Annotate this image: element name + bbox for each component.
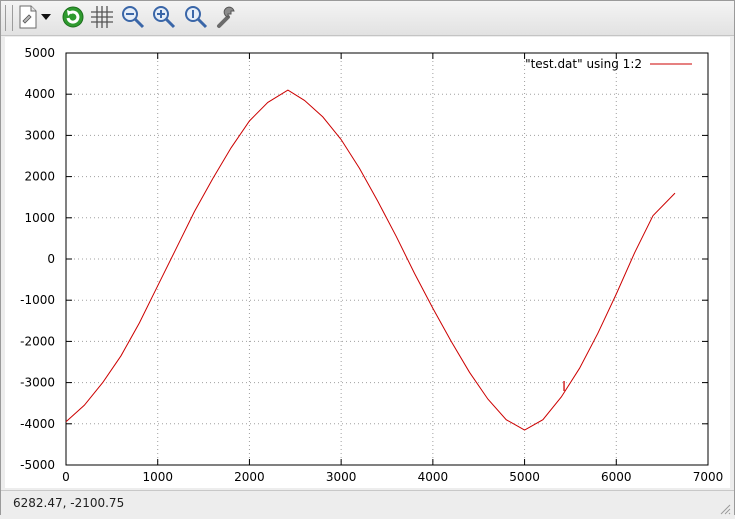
dropdown-arrow-icon: [41, 13, 51, 21]
export-button[interactable]: [15, 4, 41, 30]
zoom-reset-icon: [184, 5, 208, 29]
replot-icon: [61, 5, 85, 29]
toolbar-grip-handle[interactable]: [5, 5, 13, 31]
line-chart: 0 1000 2000 3000 4000 5000 6000 7000 -5000 -4000 -…: [20, 46, 724, 484]
y-tick-label: -3000: [20, 376, 55, 390]
export-icon: [17, 5, 39, 29]
grid-icon: [90, 5, 114, 29]
y-tick-label: -2000: [20, 334, 55, 348]
y-tick-label: -1000: [20, 293, 55, 307]
zoom-in-icon: [152, 5, 176, 29]
x-tick-label: 5000: [509, 470, 540, 484]
x-tick-label: 3000: [326, 470, 357, 484]
zoom-in-button[interactable]: [151, 4, 177, 30]
x-tick-label: 6000: [601, 470, 632, 484]
unzoom-button[interactable]: [120, 4, 146, 30]
x-tick-label: 4000: [418, 470, 449, 484]
config-button[interactable]: [214, 4, 240, 30]
y-tick-label: 4000: [24, 87, 55, 101]
toolbar: [1, 1, 734, 36]
y-tick-label: 1000: [24, 211, 55, 225]
plot-annotation: I: [562, 380, 566, 395]
unzoom-icon: [121, 5, 145, 29]
legend-label: "test.dat" using 1:2: [525, 57, 642, 71]
plot-canvas[interactable]: 0 1000 2000 3000 4000 5000 6000 7000 -5000 -4000 -…: [5, 37, 730, 488]
x-tick-label: 0: [62, 470, 70, 484]
y-tick-label: 3000: [24, 128, 55, 142]
export-dropdown-button[interactable]: [39, 4, 53, 30]
x-tick-label: 1000: [142, 470, 173, 484]
grid-toggle-button[interactable]: [89, 4, 115, 30]
y-tick-label: -5000: [20, 458, 55, 472]
config-icon: [215, 5, 239, 29]
replot-button[interactable]: [60, 4, 86, 30]
y-tick-label: 2000: [24, 170, 55, 184]
x-tick-label: 7000: [693, 470, 724, 484]
y-tick-label: -4000: [20, 417, 55, 431]
y-tick-label: 5000: [24, 46, 55, 60]
gnuplot-window: 0 1000 2000 3000 4000 5000 6000 7000 -5000 -4000 -…: [0, 0, 735, 515]
mouse-coordinates: 6282.47, -2100.75: [13, 496, 125, 510]
zoom-reset-button[interactable]: [183, 4, 209, 30]
resize-grip-icon[interactable]: [719, 500, 731, 515]
x-tick-label: 2000: [234, 470, 265, 484]
status-bar: 6282.47, -2100.75: [1, 490, 734, 515]
y-tick-label: 0: [47, 252, 55, 266]
